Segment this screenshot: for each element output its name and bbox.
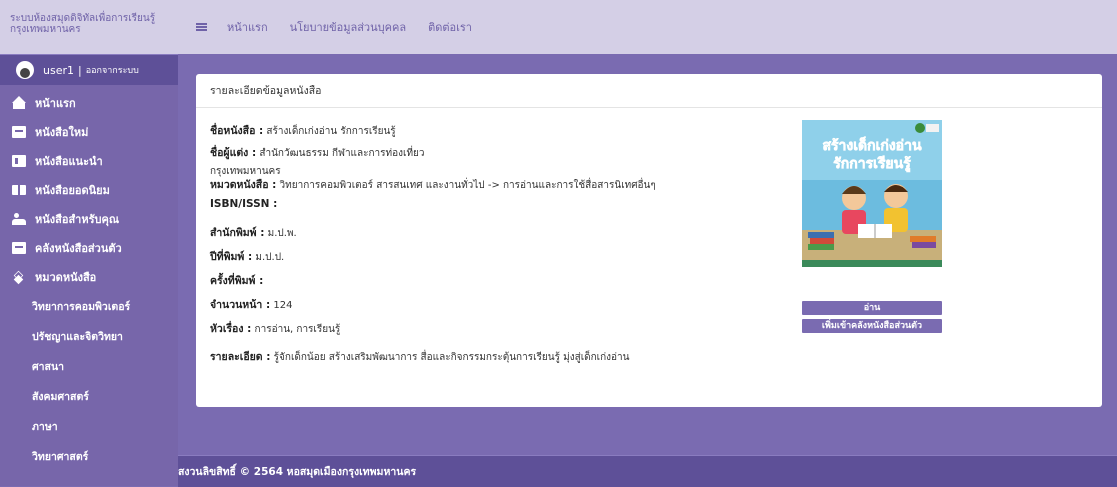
sidebar-item-shelf[interactable]: คลังหนังสือส่วนตัว	[0, 233, 178, 262]
cover-title-2: รักการเรียนรู้	[833, 156, 911, 172]
book-category: วิทยาการคอมพิวเตอร์ สารสนเทศ และงานทั่วไ…	[279, 180, 656, 191]
read-button[interactable]: อ่าน	[802, 301, 942, 315]
book-cover-illustration: สร้างเด็กเก่งอ่าน รักการเรียนรู้	[802, 120, 942, 267]
sidebar-sub-religion[interactable]: ศาสนา	[0, 351, 178, 381]
sidebar-sub-computer[interactable]: วิทยาการคอมพิวเตอร์	[0, 291, 178, 321]
user-panel: user1 | ออกจากระบบ	[0, 54, 178, 85]
book-pages: 124	[273, 300, 293, 311]
cover-title-1: สร้างเด็กเก่งอ่าน	[822, 136, 921, 154]
sidebar-sub-social[interactable]: สังคมศาสตร์	[0, 381, 178, 411]
sidebar-sub-science[interactable]: วิทยาศาสตร์	[0, 441, 178, 471]
nav-home[interactable]: หน้าแรก	[227, 18, 268, 36]
sidebar-item-recommended[interactable]: หนังสือแนะนำ	[0, 146, 178, 175]
user-separator: |	[78, 63, 82, 77]
book-cover-image: สร้างเด็กเก่งอ่าน รักการเรียนรู้	[802, 120, 942, 267]
sidebar-item-categories[interactable]: หมวดหนังสือ	[0, 262, 178, 291]
book-detail-card: รายละเอียดข้อมูลหนังสือ ชื่อหนังสือ : สร…	[196, 74, 1102, 407]
username: user1	[43, 63, 74, 77]
people-icon	[12, 212, 26, 225]
nav-contact[interactable]: ติดต่อเรา	[428, 18, 472, 36]
book-detail-row: รายละเอียด : รู้จักเด็กน้อย สร้างเสริมพั…	[210, 351, 630, 363]
book-edition-row: ครั้งที่พิมพ์ :	[210, 275, 264, 287]
book-publisher-row: สำนักพิมพ์ : ม.ป.พ.	[210, 227, 297, 239]
book-author: สำนักวัฒนธรรม กีฬาและการท่องเที่ยว	[259, 148, 425, 159]
avatar	[16, 61, 34, 79]
book-pages-row: จำนวนหน้า : 124	[210, 299, 293, 311]
layers-icon	[12, 271, 26, 283]
book-isbn-row: ISBN/ISSN :	[210, 198, 278, 210]
nav-privacy[interactable]: นโยบายข้อมูลส่วนบุคคล	[290, 18, 406, 36]
sidebar-item-for-you[interactable]: หนังสือสำหรับคุณ	[0, 204, 178, 233]
book-author-row: ชื่อผู้แต่ง : สำนักวัฒนธรรม กีฬาและการท่…	[210, 147, 425, 159]
footer-copyright: สงวนลิขสิทธิ์ © 2564 หอสมุดเมืองกรุงเทพม…	[178, 466, 417, 478]
shelf-icon	[12, 241, 26, 254]
hamburger-menu-icon[interactable]	[196, 23, 207, 31]
topbar: หน้าแรก นโยบายข้อมูลส่วนบุคคล ติดต่อเรา	[178, 0, 1117, 54]
book-category-row: หมวดหนังสือ : วิทยาการคอมพิวเตอร์ สารสนเ…	[210, 179, 656, 191]
logout-link[interactable]: ออกจากระบบ	[86, 63, 139, 77]
sidebar: ระบบห้องสมุดดิจิทัลเพื่อการเรียนรู้ กรุง…	[0, 0, 178, 486]
book-bookmark-icon	[12, 154, 26, 167]
book-detail: รู้จักเด็กน้อย สร้างเสริมพัฒนาการ สื่อแล…	[273, 352, 630, 363]
brand-title[interactable]: ระบบห้องสมุดดิจิทัลเพื่อการเรียนรู้ กรุง…	[0, 0, 178, 54]
add-to-shelf-button[interactable]: เพิ่มเข้าคลังหนังสือส่วนตัว	[802, 319, 942, 333]
book-info: ชื่อหนังสือ : สร้างเด็กเก่งอ่าน รักการเร…	[210, 122, 770, 368]
card-title: รายละเอียดข้อมูลหนังสือ	[196, 74, 1102, 108]
sidebar-item-home[interactable]: หน้าแรก	[0, 88, 178, 117]
open-book-icon	[12, 184, 26, 196]
book-subject-row: หัวเรื่อง : การอ่าน, การเรียนรู้	[210, 323, 341, 335]
sidebar-item-popular[interactable]: หนังสือยอดนิยม	[0, 175, 178, 204]
sidebar-item-new-books[interactable]: หนังสือใหม่	[0, 117, 178, 146]
book-publisher: ม.ป.พ.	[267, 228, 297, 239]
book-author-extra: กรุงเทพมหานคร	[210, 166, 281, 177]
book-subject: การอ่าน, การเรียนรู้	[254, 324, 341, 335]
book-year-row: ปีที่พิมพ์ : ม.ป.ป.	[210, 251, 285, 263]
book-title-row: ชื่อหนังสือ : สร้างเด็กเก่งอ่าน รักการเร…	[210, 125, 396, 137]
book-title: สร้างเด็กเก่งอ่าน รักการเรียนรู้	[266, 126, 396, 137]
footer: สงวนลิขสิทธิ์ © 2564 หอสมุดเมืองกรุงเทพม…	[178, 455, 1117, 487]
book-year: ม.ป.ป.	[255, 252, 285, 263]
sidebar-sub-language[interactable]: ภาษา	[0, 411, 178, 441]
home-icon	[12, 95, 26, 109]
book-icon	[12, 125, 26, 138]
sidebar-sub-philosophy[interactable]: ปรัชญาและจิตวิทยา	[0, 321, 178, 351]
